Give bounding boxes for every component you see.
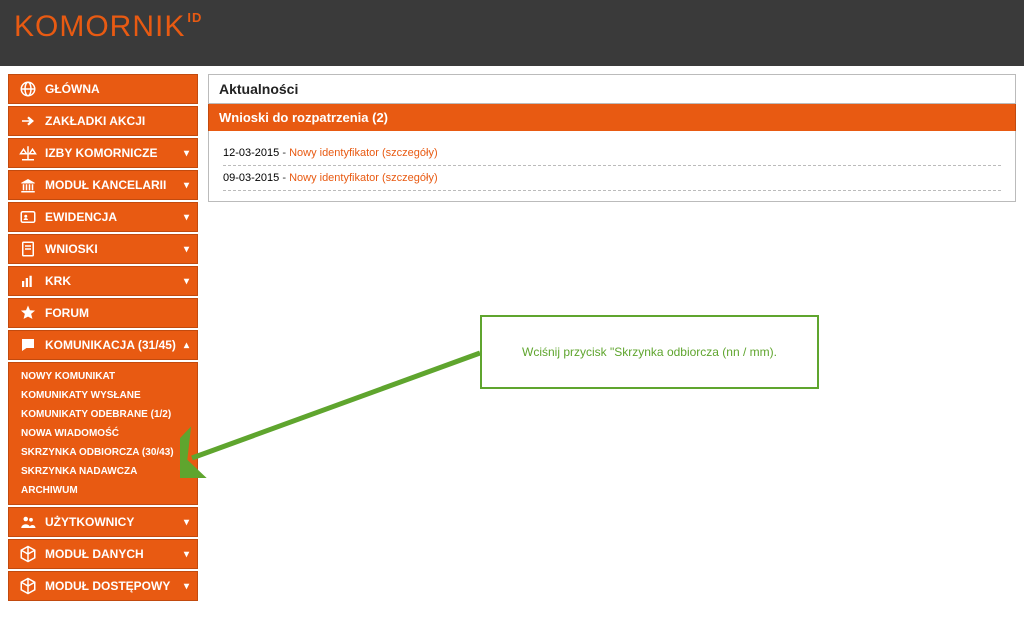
nav-label: MODUŁ DOSTĘPOWY	[45, 579, 170, 593]
chevron-down-icon: ▾	[184, 549, 189, 560]
nav-komunikacja[interactable]: KOMUNIKACJA (31/45) ▴	[8, 330, 198, 360]
komunikacja-submenu: NOWY KOMUNIKAT KOMUNIKATY WYSŁANE KOMUNI…	[8, 362, 198, 505]
sidebar: GŁÓWNA ZAKŁADKI AKCJI IZBY KOMORNICZE ▾ …	[8, 74, 198, 601]
cube-icon	[17, 577, 39, 595]
document-icon	[17, 240, 39, 258]
scales-icon	[17, 144, 39, 162]
chevron-down-icon: ▾	[184, 244, 189, 255]
nav-label: IZBY KOMORNICZE	[45, 146, 157, 160]
nav-uzytkownicy[interactable]: UŻYTKOWNICY ▾	[8, 507, 198, 537]
chevron-down-icon: ▾	[184, 148, 189, 159]
nav-wnioski[interactable]: WNIOSKI ▾	[8, 234, 198, 264]
callout-text: Wciśnij przycisk "Skrzynka odbiorcza (nn…	[522, 345, 777, 359]
person-card-icon	[17, 208, 39, 226]
nav-label: KRK	[45, 274, 71, 288]
nav-glowna[interactable]: GŁÓWNA	[8, 74, 198, 104]
requests-header: Wnioski do rozpatrzenia (2)	[208, 104, 1016, 131]
nav-label: MODUŁ KANCELARII	[45, 178, 166, 192]
request-sep: -	[279, 147, 289, 159]
sub-komunikaty-odebrane[interactable]: KOMUNIKATY ODEBRANE (1/2)	[9, 405, 197, 424]
nav-modul-danych[interactable]: MODUŁ DANYCH ▾	[8, 539, 198, 569]
bars-icon	[17, 272, 39, 290]
nav-zakladki-akcji[interactable]: ZAKŁADKI AKCJI	[8, 106, 198, 136]
chevron-down-icon: ▾	[184, 276, 189, 287]
nav-ewidencja[interactable]: EWIDENCJA ▾	[8, 202, 198, 232]
request-label: Nowy identyfikator (szczegóły)	[289, 172, 438, 184]
request-label: Nowy identyfikator (szczegóły)	[289, 147, 438, 159]
news-title: Aktualności	[208, 74, 1016, 104]
arrow-right-icon	[17, 112, 39, 130]
sub-skrzynka-odbiorcza[interactable]: SKRZYNKA ODBIORCZA (30/43)	[9, 443, 197, 462]
logo-id: ID	[187, 10, 202, 25]
chevron-down-icon: ▾	[184, 517, 189, 528]
request-sep: -	[279, 172, 289, 184]
nav-forum[interactable]: FORUM	[8, 298, 198, 328]
nav-label: UŻYTKOWNICY	[45, 515, 134, 529]
sub-skrzynka-nadawcza[interactable]: SKRZYNKA NADAWCZA	[9, 462, 197, 481]
sub-archiwum[interactable]: ARCHIWUM	[9, 481, 197, 500]
chevron-down-icon: ▾	[184, 180, 189, 191]
chevron-down-icon: ▾	[184, 581, 189, 592]
nav-izby-komornicze[interactable]: IZBY KOMORNICZE ▾	[8, 138, 198, 168]
requests-body: 12-03-2015 - Nowy identyfikator (szczegó…	[208, 131, 1016, 202]
app-logo: KOMORNIK ID	[14, 10, 1010, 44]
speech-icon	[17, 336, 39, 354]
nav-label: ZAKŁADKI AKCJI	[45, 114, 145, 128]
request-date: 12-03-2015	[223, 147, 279, 159]
nav-label: EWIDENCJA	[45, 210, 117, 224]
globe-icon	[17, 80, 39, 98]
nav-label: WNIOSKI	[45, 242, 98, 256]
nav-label: FORUM	[45, 306, 89, 320]
sub-komunikaty-wyslane[interactable]: KOMUNIKATY WYSŁANE	[9, 386, 197, 405]
cube-icon	[17, 545, 39, 563]
request-date: 09-03-2015	[223, 172, 279, 184]
logo-text: KOMORNIK	[14, 10, 185, 44]
institution-icon	[17, 176, 39, 194]
nav-label: GŁÓWNA	[45, 82, 100, 96]
chevron-up-icon: ▴	[184, 340, 189, 351]
request-row[interactable]: 12-03-2015 - Nowy identyfikator (szczegó…	[223, 141, 1001, 166]
users-icon	[17, 513, 39, 531]
app-header: KOMORNIK ID	[0, 0, 1024, 66]
chevron-down-icon: ▾	[184, 212, 189, 223]
nav-modul-kancelarii[interactable]: MODUŁ KANCELARII ▾	[8, 170, 198, 200]
request-row[interactable]: 09-03-2015 - Nowy identyfikator (szczegó…	[223, 166, 1001, 191]
nav-label: MODUŁ DANYCH	[45, 547, 144, 561]
sub-nowy-komunikat[interactable]: NOWY KOMUNIKAT	[9, 367, 197, 386]
star-icon	[17, 304, 39, 322]
nav-krk[interactable]: KRK ▾	[8, 266, 198, 296]
sub-nowa-wiadomosc[interactable]: NOWA WIADOMOŚĆ	[9, 424, 197, 443]
nav-label: KOMUNIKACJA (31/45)	[45, 338, 176, 352]
nav-modul-dostepowy[interactable]: MODUŁ DOSTĘPOWY ▾	[8, 571, 198, 601]
instruction-callout: Wciśnij przycisk "Skrzynka odbiorcza (nn…	[480, 315, 819, 389]
